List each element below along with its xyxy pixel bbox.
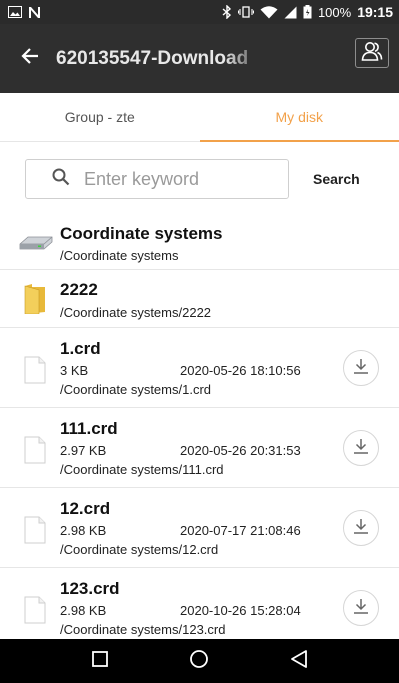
battery-level: 100% (317, 4, 352, 20)
item-path: /Coordinate systems/2222 (60, 305, 212, 320)
item-path: /Coordinate systems/12.crd (60, 542, 219, 557)
list-item[interactable]: 12.crd 2.98 KB 2020-07-17 21:08:46 /Coor… (0, 488, 399, 568)
bluetooth-icon (222, 5, 232, 19)
file-list: Coordinate systems /Coordinate systems 2… (0, 216, 399, 648)
download-icon (353, 598, 369, 619)
signal-icon (284, 6, 297, 19)
user-switch-button[interactable] (355, 38, 389, 68)
search-input[interactable] (84, 168, 264, 190)
square-icon (91, 650, 108, 672)
status-time: 19:15 (357, 4, 393, 20)
download-button[interactable] (343, 350, 379, 386)
circle-icon (189, 649, 209, 674)
status-right: 100% 19:15 (222, 4, 393, 20)
back-nav-button[interactable] (277, 639, 321, 683)
status-left (8, 6, 41, 19)
users-icon (361, 41, 383, 66)
search-button[interactable]: Search (313, 171, 360, 187)
item-size: 2.97 KB (60, 443, 107, 458)
item-name: 111.crd (60, 419, 118, 438)
wifi-icon (260, 5, 278, 19)
download-icon (353, 358, 369, 379)
tab-my-disk[interactable]: My disk (199, 93, 399, 142)
list-item[interactable]: 2222 /Coordinate systems/2222 (0, 270, 399, 328)
list-item[interactable]: 1.crd 3 KB 2020-05-26 18:10:56 /Coordina… (0, 328, 399, 408)
back-arrow-icon (21, 47, 39, 70)
item-name: 1.crd (60, 339, 101, 358)
file-icon (24, 356, 46, 389)
search-row: Search (0, 142, 399, 216)
page-title: 620135547-Download (56, 47, 249, 69)
item-size: 2.98 KB (60, 523, 107, 538)
file-icon (24, 516, 46, 549)
tab-group[interactable]: Group - zte (0, 93, 200, 141)
item-name: 123.crd (60, 579, 120, 598)
download-icon (353, 438, 369, 459)
list-item[interactable]: 111.crd 2.97 KB 2020-05-26 20:31:53 /Coo… (0, 408, 399, 488)
battery-icon (303, 5, 312, 19)
vibrate-icon (237, 6, 254, 18)
item-path: /Coordinate systems/111.crd (60, 462, 224, 477)
file-icon (24, 596, 46, 629)
list-item[interactable]: 123.crd 2.98 KB 2020-10-26 15:28:04 /Coo… (0, 568, 399, 648)
gallery-notification-icon (8, 6, 22, 18)
item-path: /Coordinate systems/123.crd (60, 622, 226, 637)
download-button[interactable] (343, 590, 379, 626)
item-name: 2222 (60, 280, 98, 299)
item-date: 2020-07-17 21:08:46 (180, 523, 301, 538)
item-path: /Coordinate systems/1.crd (60, 382, 212, 397)
search-box (25, 159, 289, 199)
tab-bar: Group - zte My disk (0, 93, 399, 142)
item-path: /Coordinate systems (60, 248, 179, 263)
item-size: 3 KB (60, 363, 89, 378)
item-name: Coordinate systems (60, 224, 223, 243)
item-size: 2.98 KB (60, 603, 107, 618)
item-date: 2020-10-26 15:28:04 (180, 603, 301, 618)
search-icon (52, 168, 70, 191)
back-button[interactable] (10, 39, 50, 79)
file-icon (24, 436, 46, 469)
navigation-bar (0, 639, 399, 683)
list-item[interactable]: Coordinate systems /Coordinate systems (0, 216, 399, 270)
folder-icon (24, 284, 46, 319)
app-bar: 620135547-Download (0, 24, 399, 93)
triangle-back-icon (290, 649, 308, 674)
download-button[interactable] (343, 510, 379, 546)
status-bar: 100% 19:15 (0, 0, 399, 24)
item-name: 12.crd (60, 499, 111, 518)
item-date: 2020-05-26 18:10:56 (180, 363, 301, 378)
home-button[interactable] (177, 639, 221, 683)
drive-icon (18, 234, 54, 257)
recent-apps-button[interactable] (78, 639, 122, 683)
download-button[interactable] (343, 430, 379, 466)
n-notification-icon (28, 6, 41, 19)
download-icon (353, 518, 369, 539)
item-date: 2020-05-26 20:31:53 (180, 443, 301, 458)
